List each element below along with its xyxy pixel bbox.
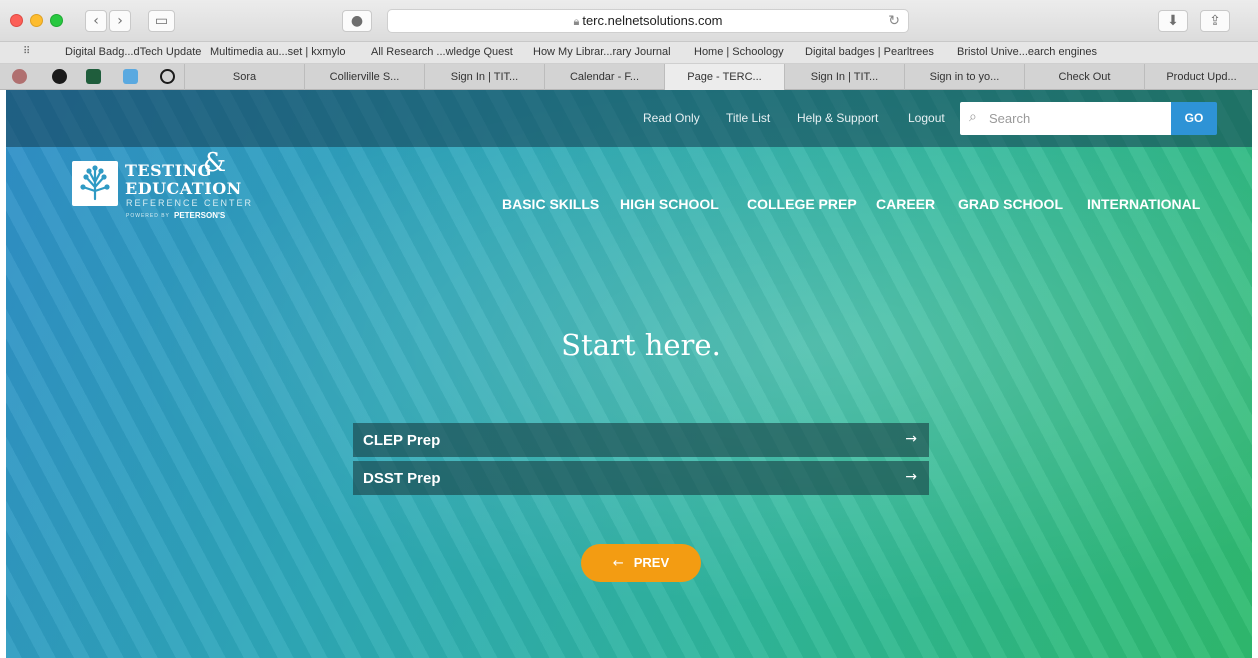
browser-tab[interactable]: Check Out	[1024, 64, 1144, 90]
share-button[interactable]: ⇪	[1200, 10, 1230, 32]
bookmark-item[interactable]: Digital badges | Pearltrees	[805, 46, 934, 58]
logo-tree-icon[interactable]	[72, 161, 118, 206]
browser-tab[interactable]: Sign In | TIT...	[424, 64, 544, 90]
browser-tab-active[interactable]: Page - TERC...	[664, 64, 784, 90]
search-placeholder: Search	[989, 111, 1031, 126]
share-icon: ⇪	[1209, 13, 1221, 29]
download-icon: ⬇	[1167, 13, 1179, 29]
lock-icon: 🔒︎	[573, 16, 580, 28]
address-bar[interactable]: 🔒︎ terc.nelnetsolutions.com ↻	[387, 9, 909, 33]
extension-button[interactable]: ●	[342, 10, 372, 32]
tab-bar: Sora Collierville S... Sign In | TIT... …	[0, 64, 1258, 90]
arrow-right-icon: →	[905, 469, 917, 485]
web-page: Read Only Title List Help & Support Logo…	[6, 90, 1252, 658]
logo-ampersand: &	[203, 148, 227, 178]
bookmark-item[interactable]: Multimedia au...set | kxmylo	[210, 46, 346, 58]
logo-text-education: EDUCATION	[125, 179, 242, 198]
read-only-link[interactable]: Read Only	[643, 111, 700, 125]
bookmark-item[interactable]: Digital Badg...dTech Update	[65, 46, 201, 58]
logout-link[interactable]: Logout	[908, 111, 945, 125]
zoom-window-button[interactable]	[50, 14, 63, 27]
nav-career[interactable]: CAREER	[876, 196, 935, 212]
option-label: CLEP Prep	[363, 432, 441, 449]
option-label: DSST Prep	[363, 470, 441, 487]
bookmark-item[interactable]: Home | Schoology	[694, 46, 784, 58]
bookmark-item[interactable]: All Research ...wledge Quest	[371, 46, 513, 58]
utility-nav: Read Only Title List Help & Support Logo…	[6, 90, 1252, 147]
reload-icon[interactable]: ↻	[888, 10, 900, 32]
logo-text-testing: TESTING	[125, 161, 212, 180]
browser-tab[interactable]: Collierville S...	[304, 64, 424, 90]
page-headline: Start here.	[561, 328, 721, 362]
pinned-tab-icon[interactable]	[160, 69, 175, 84]
close-window-button[interactable]	[10, 14, 23, 27]
pinned-tab-icon[interactable]	[123, 69, 138, 84]
nav-basic-skills[interactable]: BASIC SKILLS	[502, 196, 599, 212]
petersons-logo: PETERSON'S	[174, 211, 226, 220]
address-url: terc.nelnetsolutions.com	[582, 13, 723, 28]
search-input[interactable]: ⌕ Search	[960, 102, 1171, 135]
prev-button[interactable]: ← PREV	[581, 544, 701, 582]
arrow-right-icon: →	[905, 431, 917, 447]
help-support-link[interactable]: Help & Support	[797, 111, 878, 125]
logo-powered-by: POWERED BY	[126, 213, 170, 219]
forward-button[interactable]: ›	[109, 10, 131, 32]
drop-icon: ●	[350, 13, 364, 29]
downloads-button[interactable]: ⬇	[1158, 10, 1188, 32]
sidebar-toggle-button[interactable]: ▭	[148, 10, 175, 32]
browser-tab[interactable]: Calendar - F...	[544, 64, 664, 90]
nav-high-school[interactable]: HIGH SCHOOL	[620, 196, 719, 212]
back-button[interactable]: ‹	[85, 10, 107, 32]
bookmarks-bar: ⠿ Digital Badg...dTech Update Multimedia…	[0, 42, 1258, 64]
browser-tab[interactable]: Product Upd...	[1144, 64, 1258, 90]
pinned-tab-icon[interactable]	[86, 69, 101, 84]
nav-college-prep[interactable]: COLLEGE PREP	[747, 196, 857, 212]
arrow-left-icon: ←	[612, 556, 624, 571]
minimize-window-button[interactable]	[30, 14, 43, 27]
sidebar-icon: ▭	[154, 13, 169, 29]
pinned-tab-icon[interactable]	[52, 69, 67, 84]
title-list-link[interactable]: Title List	[726, 111, 770, 125]
logo-text-reference-center: REFERENCE CENTER	[126, 198, 254, 208]
browser-titlebar: ‹ › ▭ ● 🔒︎ terc.nelnetsolutions.com ↻ ⬇ ⇪	[0, 0, 1258, 42]
search-icon: ⌕	[969, 109, 977, 125]
browser-tab[interactable]: Sign in to yo...	[904, 64, 1024, 90]
pinned-tab-icon[interactable]	[12, 69, 27, 84]
clep-prep-option[interactable]: CLEP Prep →	[353, 423, 929, 457]
nav-international[interactable]: INTERNATIONAL	[1087, 196, 1200, 212]
dsst-prep-option[interactable]: DSST Prep →	[353, 461, 929, 495]
grid-icon[interactable]: ⠿	[23, 46, 30, 57]
bookmark-item[interactable]: How My Librar...rary Journal	[533, 46, 671, 58]
nav-grad-school[interactable]: GRAD SCHOOL	[958, 196, 1063, 212]
browser-tab[interactable]: Sign In | TIT...	[784, 64, 904, 90]
go-button[interactable]: GO	[1171, 102, 1217, 135]
browser-tab[interactable]: Sora	[184, 64, 304, 90]
prev-label: PREV	[633, 555, 670, 570]
bookmark-item[interactable]: Bristol Unive...earch engines	[957, 46, 1097, 58]
